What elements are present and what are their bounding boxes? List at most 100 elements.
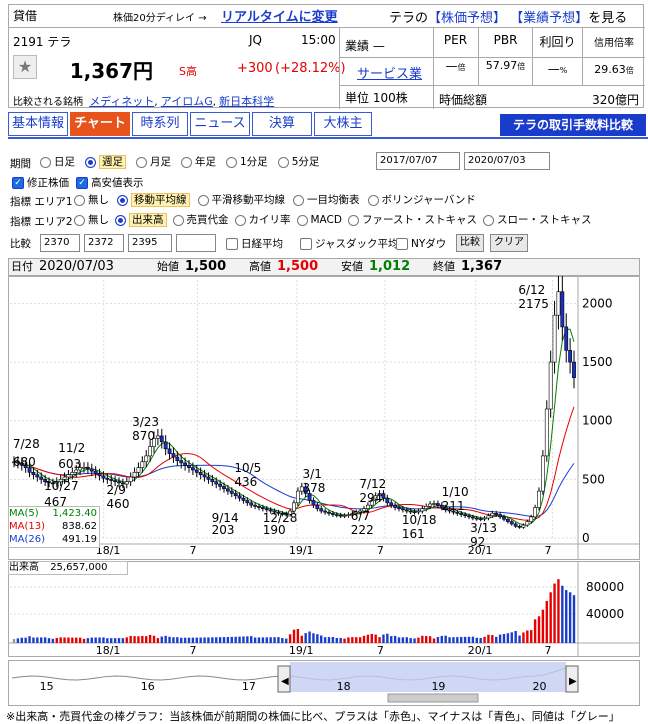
date-from-input[interactable]: 2017/07/07 bbox=[376, 152, 460, 170]
radio-area2-3[interactable]: カイリ率 bbox=[234, 214, 291, 226]
annotation-value-0: 680 bbox=[13, 455, 36, 469]
annotation-date-8: 3/1 bbox=[303, 467, 322, 481]
radio-area2-0[interactable]: 無し bbox=[74, 214, 109, 226]
candle-body bbox=[486, 515, 491, 519]
radio-period-3[interactable]: 年足 bbox=[181, 156, 216, 168]
candle-body bbox=[132, 472, 137, 478]
candle-body bbox=[39, 476, 44, 480]
radio-area2-2[interactable]: 売買代金 bbox=[172, 214, 229, 226]
tab-shareholders[interactable]: 大株主 bbox=[314, 112, 372, 136]
radio-area2-5[interactable]: ファースト・ストキャス bbox=[347, 214, 477, 226]
per-value: — bbox=[445, 59, 458, 73]
radio-area1-3[interactable]: 一目均衡表 bbox=[293, 194, 360, 206]
volume-bar bbox=[331, 637, 335, 643]
volume-bar bbox=[12, 639, 16, 643]
annotation-date-0: 7/28 bbox=[13, 437, 40, 451]
candle-body bbox=[163, 441, 168, 450]
adjusted-price-check[interactable]: ✓ 修正株価 bbox=[12, 175, 69, 190]
volume-bar bbox=[491, 635, 494, 643]
radio-period-5[interactable]: 5分足 bbox=[277, 156, 319, 168]
radio-area2-4[interactable]: MACD bbox=[296, 214, 342, 226]
radio-period-4[interactable]: 1分足 bbox=[226, 156, 268, 168]
range-navigator[interactable]: ◀ ▶ 15 16 17 18 19 20 bbox=[8, 660, 640, 706]
candle-body bbox=[385, 497, 390, 504]
radio-label: MACD bbox=[310, 214, 342, 226]
radio-area1-1[interactable]: 移動平均線 bbox=[117, 193, 190, 207]
x-tick-5: 7 bbox=[544, 544, 551, 557]
volume-bar bbox=[215, 637, 218, 643]
radio-area1-2[interactable]: 平滑移動平均線 bbox=[197, 194, 285, 206]
radio-label: 出来高 bbox=[129, 213, 167, 227]
period-label: 期間 bbox=[10, 158, 31, 170]
compare-code-2[interactable]: 2372 bbox=[84, 234, 124, 252]
radio-area1-4[interactable]: ボリンジャーバンド bbox=[367, 194, 476, 206]
radio-area2-6[interactable]: スロー・ストキャス bbox=[482, 214, 591, 226]
compare-code-4[interactable] bbox=[176, 234, 216, 252]
volume-bar bbox=[82, 638, 86, 643]
radio-label: ボリンジャーバンド bbox=[381, 194, 476, 206]
high-low-display-check[interactable]: ✓ 高安値表示 bbox=[76, 175, 144, 190]
market-cap-value: 320億円 bbox=[592, 93, 639, 107]
compare-code-3[interactable]: 2395 bbox=[128, 234, 172, 252]
radio-period-1[interactable]: 週足 bbox=[85, 155, 126, 169]
compare-link-irom[interactable]: アイロムG bbox=[161, 95, 213, 108]
volume-bar bbox=[339, 637, 342, 643]
nydow-check[interactable]: NYダウ bbox=[396, 236, 446, 251]
volume-bar bbox=[502, 634, 506, 643]
volume-bar bbox=[133, 636, 136, 643]
volume-bar bbox=[187, 637, 191, 643]
candle-body bbox=[334, 514, 339, 516]
sector-link[interactable]: サービス業 bbox=[357, 63, 422, 82]
candle-body bbox=[210, 479, 215, 483]
compare-button[interactable]: 比較 bbox=[456, 234, 484, 252]
candle-body bbox=[327, 511, 331, 514]
radio-area1-0[interactable]: 無し bbox=[74, 194, 109, 206]
tab-time-series[interactable]: 時系列 bbox=[132, 112, 188, 136]
radio-area2-1[interactable]: 出来高 bbox=[115, 213, 167, 227]
candle-body bbox=[568, 350, 573, 363]
volume-bar bbox=[537, 616, 541, 643]
tab-chart[interactable]: チャート bbox=[70, 112, 130, 136]
clear-button[interactable]: クリア bbox=[490, 234, 528, 252]
favorite-star-icon[interactable]: ★ bbox=[13, 55, 37, 79]
price-change: +300 bbox=[237, 61, 273, 76]
volume-bar bbox=[323, 637, 327, 643]
price-chart[interactable]: 050010001500200018/1 7 19/1 7 20/1 77/2868011… bbox=[8, 276, 640, 560]
forecast-stock-link[interactable]: 【株価予想】 bbox=[428, 11, 506, 26]
candle-body bbox=[202, 474, 207, 478]
radio-period-0[interactable]: 日足 bbox=[40, 156, 75, 168]
candle-body bbox=[253, 504, 258, 507]
volume-bar bbox=[141, 635, 144, 643]
tab-earnings[interactable]: 決算 bbox=[252, 112, 312, 136]
forecast-earnings-link[interactable]: 【業績予想】 bbox=[510, 11, 588, 26]
price-time: 15:00 bbox=[301, 33, 336, 47]
fee-comparison-banner[interactable]: テラの取引手数料比較 bbox=[500, 114, 646, 136]
tab-basic-info[interactable]: 基本情報 bbox=[8, 112, 68, 136]
compare-link-shinnihon[interactable]: 新日本科学 bbox=[219, 95, 274, 108]
volume-bar bbox=[483, 636, 486, 643]
radio-icon bbox=[277, 156, 289, 168]
volume-chart[interactable]: 40000 80000 18/1 7 19/1 7 20/1 7 bbox=[8, 561, 640, 657]
candle-body bbox=[167, 448, 172, 454]
radio-period-2[interactable]: 月足 bbox=[136, 156, 171, 168]
date-to-input[interactable]: 2020/07/03 bbox=[464, 152, 550, 170]
per-unit: 倍 bbox=[457, 63, 466, 72]
volume-bar bbox=[86, 638, 90, 643]
volume-bar bbox=[156, 638, 160, 643]
volume-bar bbox=[164, 635, 167, 643]
realtime-link[interactable]: リアルタイムに変更 bbox=[221, 6, 338, 25]
candle-body bbox=[330, 513, 335, 515]
volume-bar bbox=[382, 634, 385, 643]
compare-code-1[interactable]: 2370 bbox=[40, 234, 80, 252]
nav-tick-1: 16 bbox=[141, 680, 155, 693]
tab-news[interactable]: ニュース bbox=[190, 112, 250, 136]
compare-link-mediinet[interactable]: メディネット bbox=[89, 95, 154, 108]
jasdaq-check[interactable]: ジャスダック平均 bbox=[300, 236, 398, 251]
candle-body bbox=[323, 510, 328, 513]
area2-radio-group: 無し 出来高 売買代金 カイリ率 MACD ファースト・ストキャス スロー・ストキャス bbox=[74, 212, 597, 227]
volume-bar bbox=[393, 635, 397, 643]
volume-bar bbox=[180, 637, 183, 643]
ohlc-bar: 日付 2020/07/03 始値 1,500 高値 1,500 安値 1,012… bbox=[8, 258, 640, 276]
period-radio-group: 日足 週足 月足 年足 1分足 5分足 bbox=[40, 154, 329, 169]
nikkei-check[interactable]: 日経平均 bbox=[226, 236, 283, 251]
